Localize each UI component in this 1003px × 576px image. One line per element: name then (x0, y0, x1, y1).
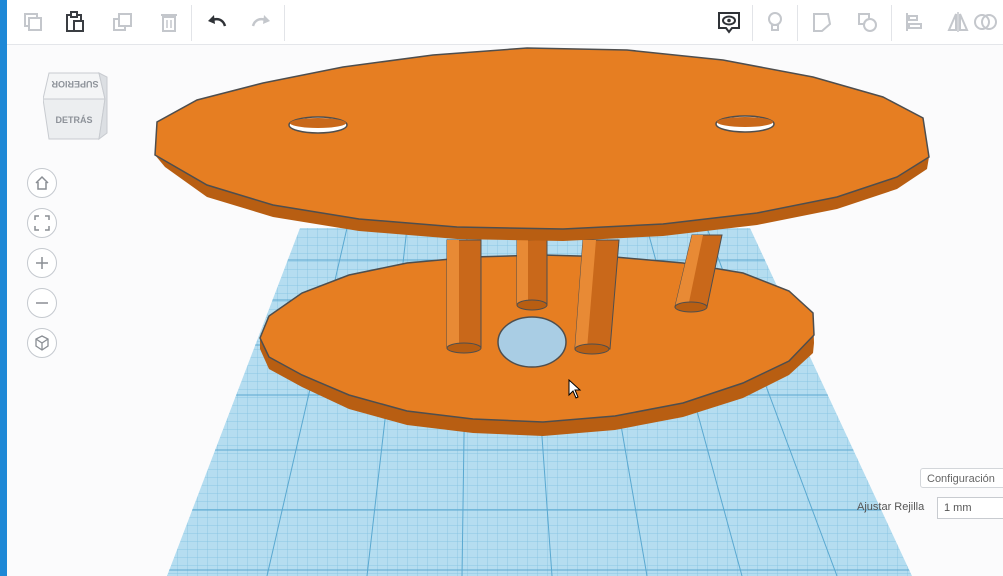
undo-button[interactable] (198, 3, 236, 41)
toolbar-separator (891, 5, 892, 41)
toolbar-separator (797, 5, 798, 41)
perspective-cube-icon (35, 335, 49, 351)
duplicate-button[interactable] (104, 3, 142, 41)
note-button[interactable] (803, 3, 841, 41)
note-icon (813, 13, 832, 32)
toolbar-separator (284, 5, 285, 41)
zoom-in-button[interactable] (27, 248, 57, 278)
toolbar (7, 0, 1003, 45)
light-button[interactable] (756, 3, 794, 41)
zoom-out-icon (36, 302, 48, 304)
delete-button[interactable] (150, 3, 188, 41)
duplicate-icon (113, 13, 132, 31)
view-cube[interactable]: SUPERIOR DETRÁS (42, 69, 109, 145)
home-icon (35, 175, 49, 190)
ruler-button[interactable] (848, 3, 886, 41)
zoom-out-button[interactable] (27, 288, 57, 318)
snap-grid-select[interactable]: 1 mm (937, 497, 1003, 519)
mirror-button[interactable] (939, 3, 977, 41)
trash-icon (161, 14, 177, 32)
fit-view-icon (34, 215, 50, 231)
group-icon (974, 14, 997, 30)
paste-icon (66, 11, 84, 32)
settings-button[interactable]: Configuración (920, 468, 1003, 488)
redo-button[interactable] (242, 3, 280, 41)
zoom-in-icon (36, 257, 48, 269)
snap-grid-label: Ajustar Rejilla (857, 501, 925, 513)
align-icon (906, 13, 922, 31)
copy-icon (24, 13, 42, 31)
3d-scene[interactable] (7, 45, 1003, 576)
lightbulb-icon (768, 12, 782, 31)
home-view-button[interactable] (27, 168, 57, 198)
toolbar-separator (752, 5, 753, 41)
fit-view-button[interactable] (27, 208, 57, 238)
mirror-icon (947, 12, 969, 32)
show-all-eye-icon (718, 12, 740, 34)
workplane-viewport[interactable]: SUPERIOR DETRÁS (7, 45, 1003, 576)
show-all-button[interactable] (710, 3, 748, 41)
left-accent-strip (0, 0, 7, 576)
redo-icon (251, 15, 270, 27)
view-cube-back-label[interactable]: DETRÁS (45, 115, 103, 125)
mouse-cursor (568, 378, 582, 404)
top-disc-shape[interactable] (154, 47, 930, 241)
perspective-button[interactable] (27, 328, 57, 358)
copy-button[interactable] (14, 3, 52, 41)
paste-button[interactable] (56, 3, 94, 41)
view-cube-top-label[interactable]: SUPERIOR (49, 79, 101, 89)
align-button[interactable] (895, 3, 933, 41)
toolbar-separator (191, 5, 192, 41)
bottom-disc-center-hole (497, 316, 567, 368)
undo-icon (208, 15, 227, 27)
group-button[interactable] (973, 3, 1003, 41)
ruler-shape-icon (858, 13, 877, 32)
